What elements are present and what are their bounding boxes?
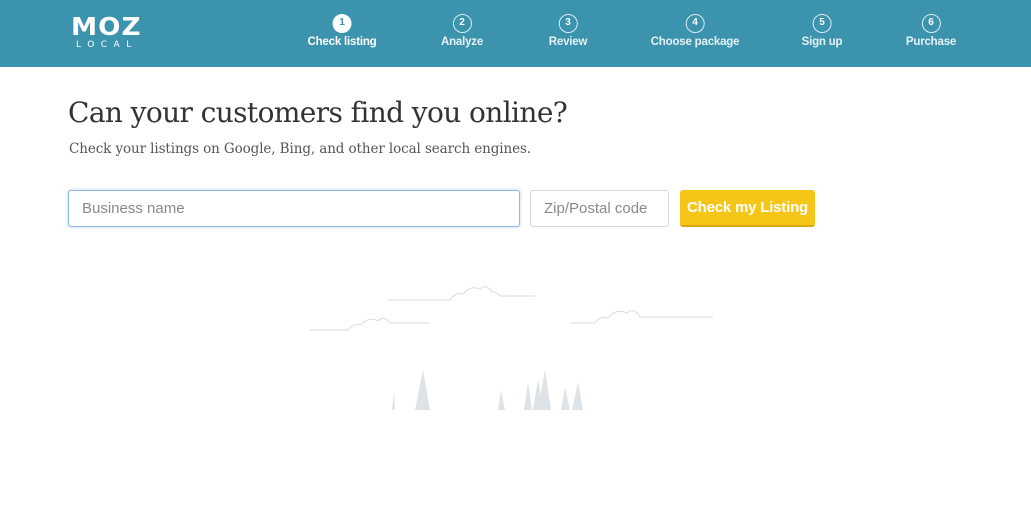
check-my-listing-button[interactable]: Check my Listing — [680, 190, 815, 227]
cloud-icon — [310, 286, 713, 331]
tree-icon — [392, 370, 583, 410]
step-label: Review — [548, 36, 588, 48]
step-label: Choose package — [650, 36, 740, 48]
step-choose-package: 4 Choose package — [650, 14, 740, 48]
step-check-listing: 1 Check listing — [308, 14, 377, 48]
zip-code-input[interactable] — [530, 190, 669, 227]
step-number-badge: 5 — [812, 14, 832, 33]
step-review: 3 Review — [549, 14, 587, 48]
top-navigation-bar: MOZ LOCAL 1 Check listing 2 Analyze 3 Re… — [0, 0, 1031, 67]
step-purchase: 6 Purchase — [906, 14, 956, 48]
step-label: Analyze — [440, 36, 484, 48]
page-subtitle: Check your listings on Google, Bing, and… — [69, 141, 531, 157]
step-number-badge: 6 — [921, 14, 941, 33]
logo-wordmark: MOZ — [71, 12, 142, 41]
page-title: Can your customers find you online? — [68, 96, 568, 129]
step-label: Check listing — [307, 36, 377, 48]
step-number-badge: 4 — [685, 14, 705, 33]
step-label: Purchase — [905, 36, 957, 48]
landscape-illustration — [310, 286, 713, 410]
moz-local-logo[interactable]: MOZ LOCAL — [71, 14, 151, 54]
logo-subtitle: LOCAL — [76, 40, 138, 50]
step-number-badge: 3 — [558, 14, 578, 33]
business-name-input[interactable] — [68, 190, 520, 227]
step-sign-up: 5 Sign up — [802, 14, 843, 48]
step-analyze: 2 Analyze — [441, 14, 483, 48]
step-label: Sign up — [801, 36, 843, 48]
step-number-badge: 2 — [452, 14, 472, 33]
step-number-badge: 1 — [332, 14, 352, 33]
